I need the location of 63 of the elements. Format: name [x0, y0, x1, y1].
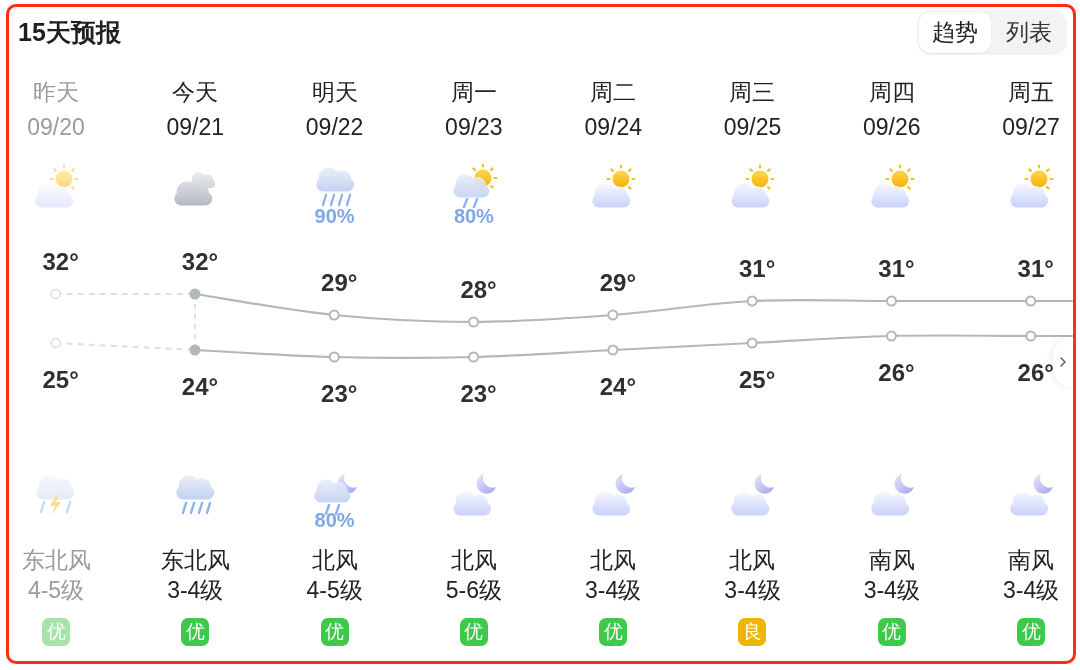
air-quality-badge: 优 [42, 618, 70, 646]
day-name: 昨天 [33, 78, 79, 107]
air-quality-badge: 良 [738, 618, 767, 646]
wind-level: 4-5级 [306, 576, 363, 605]
view-tab[interactable]: 列表 [993, 12, 1065, 53]
wind-direction: 北风 [590, 546, 637, 575]
high-temperature: 31° [878, 255, 915, 282]
day-date: 09/24 [584, 113, 642, 142]
high-temperature: 32° [182, 248, 219, 275]
card-title: 15天预报 [18, 17, 121, 48]
day-date: 09/27 [1002, 113, 1060, 142]
wind-direction: 东北风 [21, 546, 91, 575]
low-temperature: 24° [600, 373, 637, 400]
wind-direction: 南风 [868, 546, 915, 575]
low-temperature: 23° [321, 380, 358, 407]
air-quality-badge: 优 [320, 618, 349, 646]
wind-level: 3-4级 [1002, 576, 1060, 605]
day-name: 周三 [729, 78, 776, 107]
air-quality-badge: 优 [1017, 618, 1046, 646]
wind-level: 5-6级 [445, 576, 502, 605]
view-tab[interactable]: 趋势 [919, 12, 991, 53]
air-quality-badge: 优 [459, 618, 488, 646]
wind-direction: 北风 [311, 546, 358, 575]
day-name: 周二 [590, 78, 637, 107]
high-temperature: 28° [460, 276, 498, 303]
next-button[interactable] [1053, 337, 1073, 387]
day-date: 09/22 [305, 113, 364, 142]
day-date: 09/25 [723, 113, 782, 142]
low-temperature: 24° [182, 373, 219, 400]
wind-level: 3-4级 [585, 576, 642, 605]
low-temperature: 25° [739, 366, 776, 393]
low-temperature: 25° [42, 366, 80, 393]
day-date: 09/20 [27, 113, 85, 142]
air-quality-badge: 优 [599, 618, 628, 646]
wind-direction: 北风 [729, 546, 776, 575]
precipitation-chance: 90% [314, 206, 355, 226]
day-date: 09/21 [166, 113, 225, 142]
low-temperature: 26° [878, 359, 915, 386]
high-temperature: 31° [739, 255, 776, 282]
wind-level: 3-4级 [167, 576, 224, 605]
day-name: 明天 [311, 78, 358, 107]
wind-direction: 南风 [1008, 546, 1055, 575]
day-name: 周四 [868, 78, 915, 107]
day-date: 09/26 [863, 113, 921, 142]
wind-direction: 东北风 [160, 546, 230, 575]
low-temperature: 26° [1017, 359, 1055, 386]
high-temperature: 29° [600, 269, 637, 296]
wind-level: 3-4级 [863, 576, 920, 605]
precipitation-chance: 80% [314, 510, 355, 530]
low-temperature: 23° [460, 380, 498, 407]
air-quality-badge: 优 [181, 618, 210, 646]
day-name: 周五 [1008, 78, 1055, 107]
day-name: 周一 [450, 78, 497, 107]
wind-direction: 北风 [450, 546, 497, 575]
high-temperature: 29° [321, 269, 358, 296]
high-temperature: 31° [1017, 255, 1055, 282]
precipitation-chance: 80% [453, 206, 494, 226]
wind-level: 4-5级 [27, 576, 85, 605]
wind-level: 3-4级 [724, 576, 781, 605]
air-quality-badge: 优 [877, 618, 906, 646]
day-date: 09/23 [445, 113, 503, 142]
day-name: 今天 [172, 78, 219, 107]
high-temperature: 32° [42, 248, 80, 275]
